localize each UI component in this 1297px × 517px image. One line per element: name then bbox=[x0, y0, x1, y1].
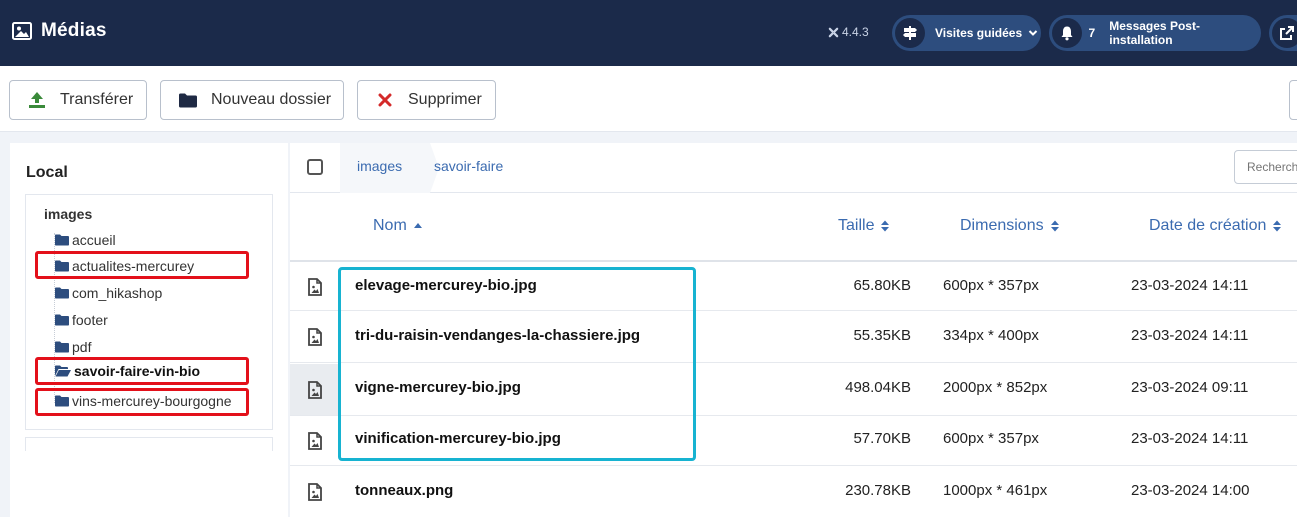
column-header-label: Nom bbox=[373, 217, 407, 234]
column-header-date[interactable]: Date de création bbox=[1149, 217, 1282, 235]
post-install-messages-button[interactable]: 7 Messages Post-installation bbox=[1049, 15, 1261, 51]
table-header: Nom Taille Dimensions Date de création bbox=[290, 194, 1297, 262]
column-header-label: Date de création bbox=[1149, 217, 1267, 234]
file-dimensions: 1000px * 461px bbox=[943, 482, 1048, 499]
tree-item-pdf[interactable]: pdf bbox=[55, 337, 91, 357]
file-size: 230.78KB bbox=[845, 482, 911, 499]
tree-item-label: footer bbox=[72, 312, 108, 328]
file-date: 23-03-2024 14:00 bbox=[1131, 482, 1250, 499]
tree-item-label: pdf bbox=[72, 339, 92, 355]
page-title: Médias bbox=[41, 20, 107, 41]
new-folder-button[interactable]: Nouveau dossier bbox=[160, 80, 344, 120]
joomla-icon bbox=[828, 27, 839, 37]
folder-icon bbox=[179, 91, 197, 109]
delete-button[interactable]: Supprimer bbox=[357, 80, 496, 120]
search-box bbox=[1234, 150, 1297, 184]
column-header-dimensions[interactable]: Dimensions bbox=[960, 217, 1060, 235]
folder-icon bbox=[55, 287, 69, 299]
bell-icon bbox=[1052, 18, 1082, 48]
column-header-size[interactable]: Taille bbox=[838, 217, 890, 235]
sidebar-section-title: Local bbox=[26, 164, 68, 181]
tree-item-accueil[interactable]: accueil bbox=[55, 230, 116, 250]
annotation-cyan-box bbox=[338, 267, 696, 461]
tree-item-label: com_hikashop bbox=[72, 285, 163, 301]
file-size: 57.70KB bbox=[853, 430, 911, 447]
folder-icon bbox=[55, 341, 69, 353]
version-text: 4.4.3 bbox=[842, 25, 869, 39]
upload-button[interactable]: Transférer bbox=[9, 80, 147, 120]
column-header-name[interactable]: Nom bbox=[373, 217, 423, 235]
file-dimensions: 2000px * 852px bbox=[943, 379, 1048, 396]
chevron-down-icon bbox=[1028, 30, 1038, 36]
file-image-icon bbox=[290, 364, 340, 415]
tree-footer bbox=[25, 437, 273, 451]
messages-count: 7 bbox=[1088, 26, 1096, 40]
signpost-icon bbox=[895, 18, 925, 48]
file-image-icon bbox=[290, 417, 340, 465]
sidebar: Local images accueil actualites-mercurey… bbox=[10, 143, 288, 517]
file-image-icon bbox=[290, 312, 340, 362]
view-site-button[interactable] bbox=[1269, 15, 1297, 51]
file-date: 23-03-2024 14:11 bbox=[1131, 430, 1249, 447]
guided-tours-label: Visites guidées bbox=[935, 26, 1023, 40]
file-date: 23-03-2024 14:11 bbox=[1131, 327, 1249, 344]
file-date: 23-03-2024 09:11 bbox=[1131, 379, 1249, 396]
sort-asc-icon bbox=[413, 223, 422, 228]
external-link-icon bbox=[1272, 18, 1297, 48]
file-date: 23-03-2024 14:11 bbox=[1131, 277, 1249, 294]
file-dimensions: 600px * 357px bbox=[943, 277, 1039, 294]
annotation-red-box bbox=[35, 357, 249, 385]
file-size: 55.35KB bbox=[853, 327, 911, 344]
delete-label: Supprimer bbox=[408, 91, 482, 108]
file-image-icon bbox=[290, 467, 340, 517]
table-row[interactable]: tonneaux.png 230.78KB 1000px * 461px 23-… bbox=[290, 467, 1297, 517]
upload-label: Transférer bbox=[60, 91, 134, 108]
toolbar-extra-button[interactable] bbox=[1289, 80, 1297, 120]
app-header: Médias 4.4.3 Visites guidées 7 Messages bbox=[0, 0, 1297, 66]
tree-item-com-hikashop[interactable]: com_hikashop bbox=[55, 283, 162, 303]
folder-icon bbox=[55, 314, 69, 326]
file-image-icon bbox=[290, 263, 340, 310]
tree-item-footer[interactable]: footer bbox=[55, 310, 108, 330]
upload-icon bbox=[28, 91, 46, 109]
messages-label: Messages Post-installation bbox=[1109, 19, 1200, 47]
breadcrumb-item-savoir-faire[interactable]: savoir-faire bbox=[434, 158, 503, 174]
joomla-version: 4.4.3 bbox=[828, 25, 869, 39]
tree-root-images[interactable]: images bbox=[44, 206, 92, 222]
image-icon bbox=[12, 22, 32, 40]
column-header-label: Dimensions bbox=[960, 217, 1044, 234]
sort-icon bbox=[1050, 220, 1059, 232]
file-dimensions: 334px * 400px bbox=[943, 327, 1039, 344]
guided-tours-button[interactable]: Visites guidées bbox=[892, 15, 1041, 51]
breadcrumb-bar: images savoir-faire bbox=[290, 143, 1297, 193]
sort-icon bbox=[881, 220, 890, 232]
search-input[interactable] bbox=[1235, 151, 1297, 183]
page-title-wrap: Médias bbox=[12, 20, 107, 42]
sort-icon bbox=[1273, 220, 1282, 232]
toolbar: Transférer Nouveau dossier Supprimer bbox=[0, 66, 1297, 132]
file-dimensions: 600px * 357px bbox=[943, 430, 1039, 447]
folder-icon bbox=[55, 234, 69, 246]
select-all-checkbox[interactable] bbox=[307, 159, 323, 175]
file-size: 498.04KB bbox=[845, 379, 911, 396]
tree-item-label: accueil bbox=[72, 232, 116, 248]
file-name: tonneaux.png bbox=[355, 482, 454, 499]
close-icon bbox=[376, 91, 394, 109]
file-size: 65.80KB bbox=[853, 277, 911, 294]
annotation-red-box bbox=[35, 388, 249, 416]
new-folder-label: Nouveau dossier bbox=[211, 91, 332, 108]
annotation-red-box bbox=[35, 251, 249, 279]
breadcrumb-item-images[interactable]: images bbox=[357, 158, 402, 174]
column-header-label: Taille bbox=[838, 217, 875, 234]
